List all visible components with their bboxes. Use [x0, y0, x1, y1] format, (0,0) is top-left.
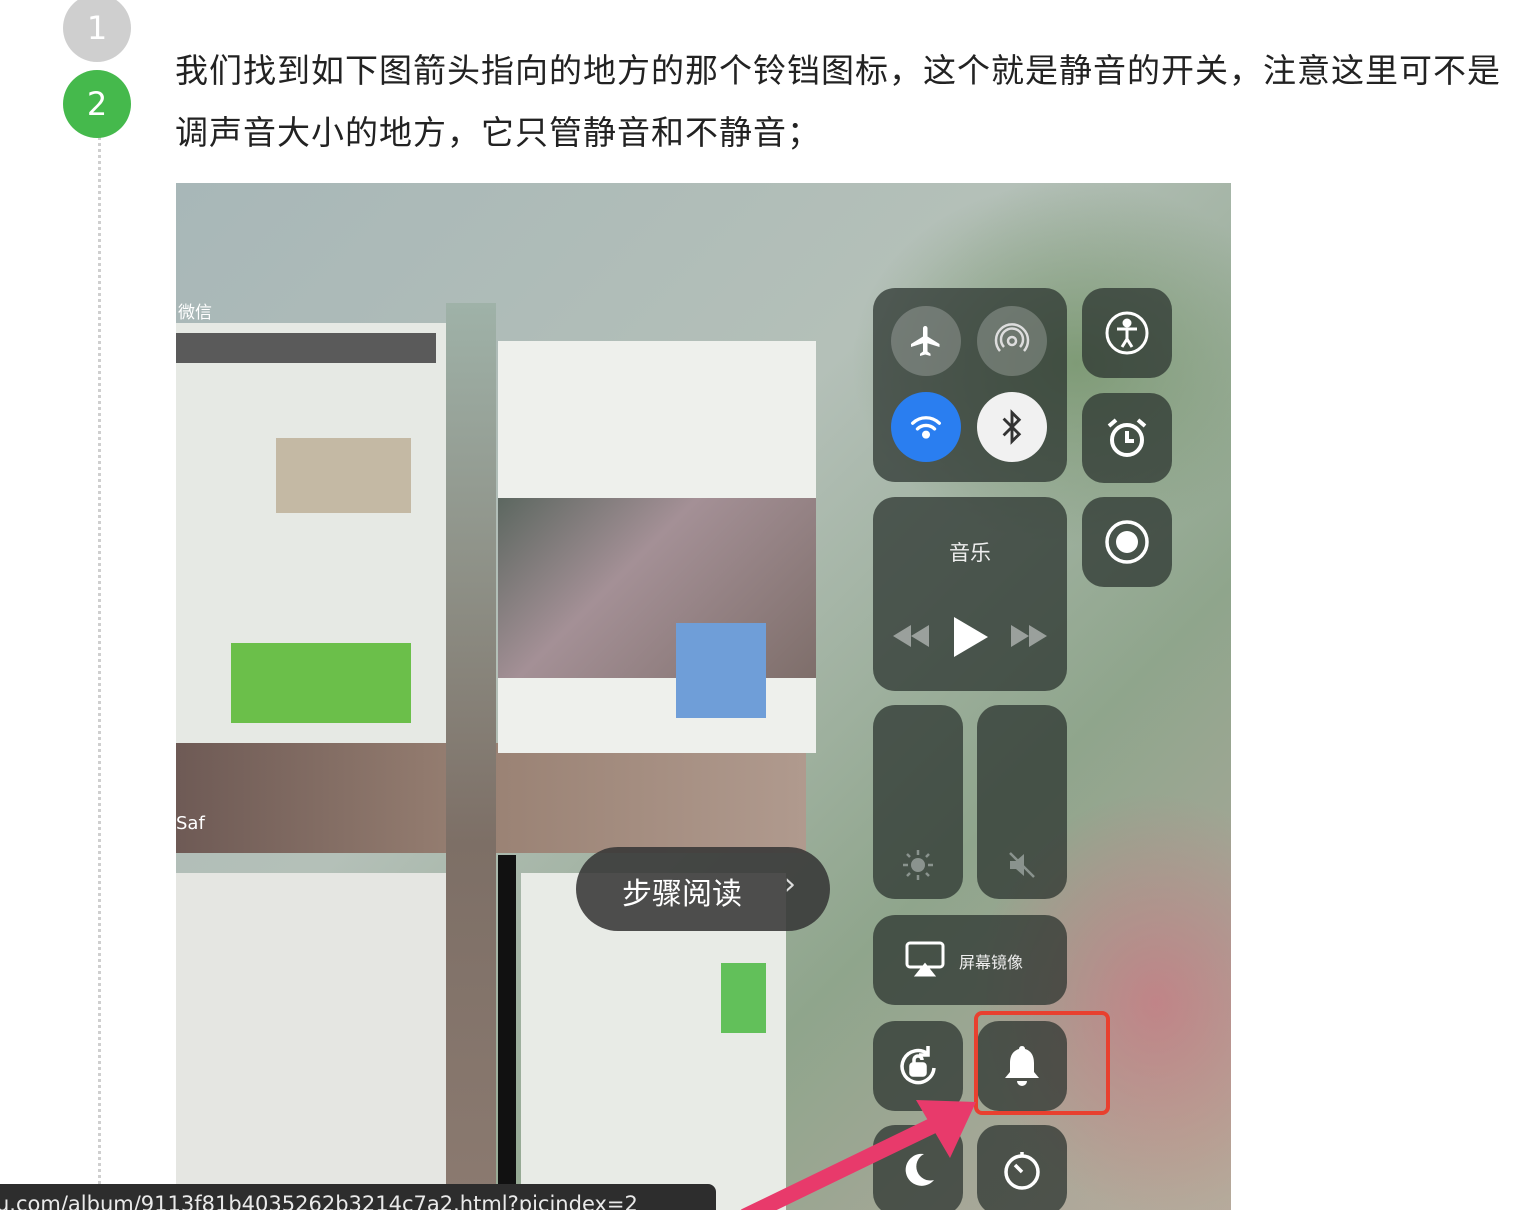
step-reading-label: 步骤阅读: [622, 877, 742, 912]
screen-mirror-label: 屏幕镜像: [959, 953, 1024, 972]
app-card-bottom-left: [176, 873, 446, 1210]
step-badge-1[interactable]: 1: [63, 0, 131, 62]
play-icon[interactable]: [951, 615, 991, 659]
blur-patch: [276, 438, 411, 513]
blur-blue-patch: [676, 623, 766, 718]
screen-mirror-tile[interactable]: 屏幕镜像: [873, 915, 1067, 1005]
brightness-icon: [898, 845, 938, 885]
accessibility-tile[interactable]: [1082, 288, 1172, 378]
step-reading-button[interactable]: 步骤阅读 ›: [576, 847, 830, 931]
rewind-icon[interactable]: [891, 621, 931, 651]
airplane-icon[interactable]: [891, 306, 961, 376]
connectivity-panel: [873, 288, 1067, 482]
timeline-line: [98, 136, 101, 1210]
record-icon: [1082, 497, 1172, 587]
blur-black-bar: [498, 855, 516, 1210]
accessibility-icon: [1082, 288, 1172, 378]
music-panel[interactable]: 音乐: [873, 497, 1067, 691]
bluetooth-icon[interactable]: [977, 392, 1047, 462]
app-label-wechat: 微信: [178, 303, 212, 323]
brightness-slider[interactable]: [873, 705, 963, 899]
alarm-tile[interactable]: [1082, 393, 1172, 483]
music-title: 音乐: [949, 541, 991, 565]
mute-icon: [1002, 845, 1042, 885]
blur-green-small: [721, 963, 766, 1033]
app-label-safari: Saf: [176, 813, 205, 834]
screen-record-tile[interactable]: [1082, 497, 1172, 587]
app-card-header: [176, 333, 436, 363]
blur-photo: [498, 498, 816, 678]
step-screenshot[interactable]: 微信 Saf 音乐 屏幕镜像 步骤阅读 ›: [176, 183, 1231, 1210]
page: 1 2 我们找到如下图箭头指向的地方的那个铃铛图标，这个就是静音的开关，注意这里…: [0, 0, 1528, 1210]
wifi-icon[interactable]: [891, 392, 961, 462]
blur-divider: [446, 303, 496, 1203]
forward-icon[interactable]: [1009, 621, 1049, 651]
status-url: u.com/album/9113f81b4035262b3214c7a2.htm…: [0, 1192, 638, 1210]
chevron-right-icon: ›: [784, 867, 796, 902]
volume-slider[interactable]: [977, 705, 1067, 899]
screen-mirror-icon: [903, 939, 947, 979]
pointer-arrow: [740, 1100, 976, 1210]
airdrop-icon[interactable]: [977, 306, 1047, 376]
step-badge-2[interactable]: 2: [63, 70, 131, 138]
blur-green-patch: [231, 643, 411, 723]
step-description: 我们找到如下图箭头指向的地方的那个铃铛图标，这个就是静音的开关，注意这里可不是调…: [175, 51, 1501, 152]
status-url-bar: u.com/album/9113f81b4035262b3214c7a2.htm…: [0, 1184, 716, 1210]
alarm-icon: [1082, 393, 1172, 483]
